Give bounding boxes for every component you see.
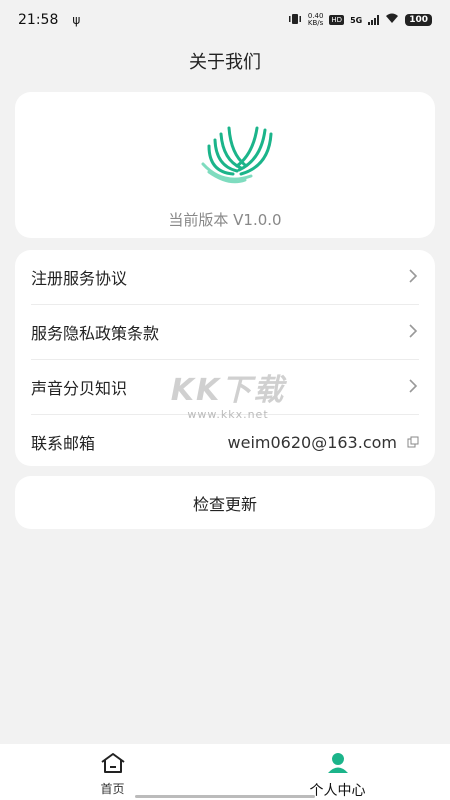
- menu-item-contact-email[interactable]: 联系邮箱 weim0620@163.com: [31, 415, 419, 469]
- menu-item-label: 声音分贝知识: [31, 379, 128, 398]
- contact-email: weim0620@163.com: [227, 432, 397, 452]
- tab-profile[interactable]: 个人中心: [225, 744, 450, 800]
- status-bar: 21:58 ψ 0.40 KB/s HD 5G 100: [0, 0, 450, 40]
- home-icon: [100, 752, 126, 778]
- battery-icon: 100: [405, 14, 432, 26]
- menu-card: 注册服务协议 服务隐私政策条款 声音分贝知识 联系邮箱 weim0620@163…: [15, 250, 435, 466]
- check-update-button[interactable]: 检查更新: [15, 476, 435, 529]
- signal-icon: [368, 15, 380, 25]
- chevron-right-icon: [407, 378, 419, 397]
- chevron-right-icon: [407, 268, 419, 287]
- page-title: 关于我们: [189, 52, 261, 73]
- tab-profile-label: 个人中心: [309, 783, 366, 799]
- net-speed: 0.40 KB/s: [308, 13, 324, 27]
- menu-item-label: 注册服务协议: [31, 269, 128, 288]
- menu-item-privacy-policy[interactable]: 服务隐私政策条款: [31, 305, 419, 360]
- usb-icon: ψ: [72, 13, 81, 27]
- menu-item-register-agreement[interactable]: 注册服务协议: [31, 250, 419, 305]
- bottom-tab-bar: 首页 个人中心: [0, 744, 450, 800]
- hd-badge: HD: [329, 15, 345, 25]
- home-indicator[interactable]: [135, 795, 315, 798]
- about-card: 当前版本 V1.0.0: [15, 92, 435, 238]
- user-icon: [327, 752, 349, 778]
- chevron-right-icon: [407, 323, 419, 342]
- net-speed-unit: KB/s: [307, 19, 324, 27]
- copy-icon[interactable]: [407, 433, 419, 452]
- menu-item-decibel-knowledge[interactable]: 声音分贝知识: [31, 360, 419, 415]
- tab-home-label: 首页: [100, 782, 125, 796]
- check-update-label: 检查更新: [192, 494, 257, 514]
- app-logo-icon: [199, 124, 275, 186]
- wifi-icon: [385, 13, 399, 27]
- network-type: 5G: [350, 15, 363, 25]
- vibrate-icon: [288, 13, 302, 27]
- menu-item-label: 服务隐私政策条款: [31, 324, 160, 343]
- contact-label: 联系邮箱: [31, 434, 96, 453]
- version-label: 当前版本 V1.0.0: [168, 211, 282, 229]
- tab-home[interactable]: 首页: [0, 744, 225, 800]
- status-time: 21:58: [18, 12, 59, 28]
